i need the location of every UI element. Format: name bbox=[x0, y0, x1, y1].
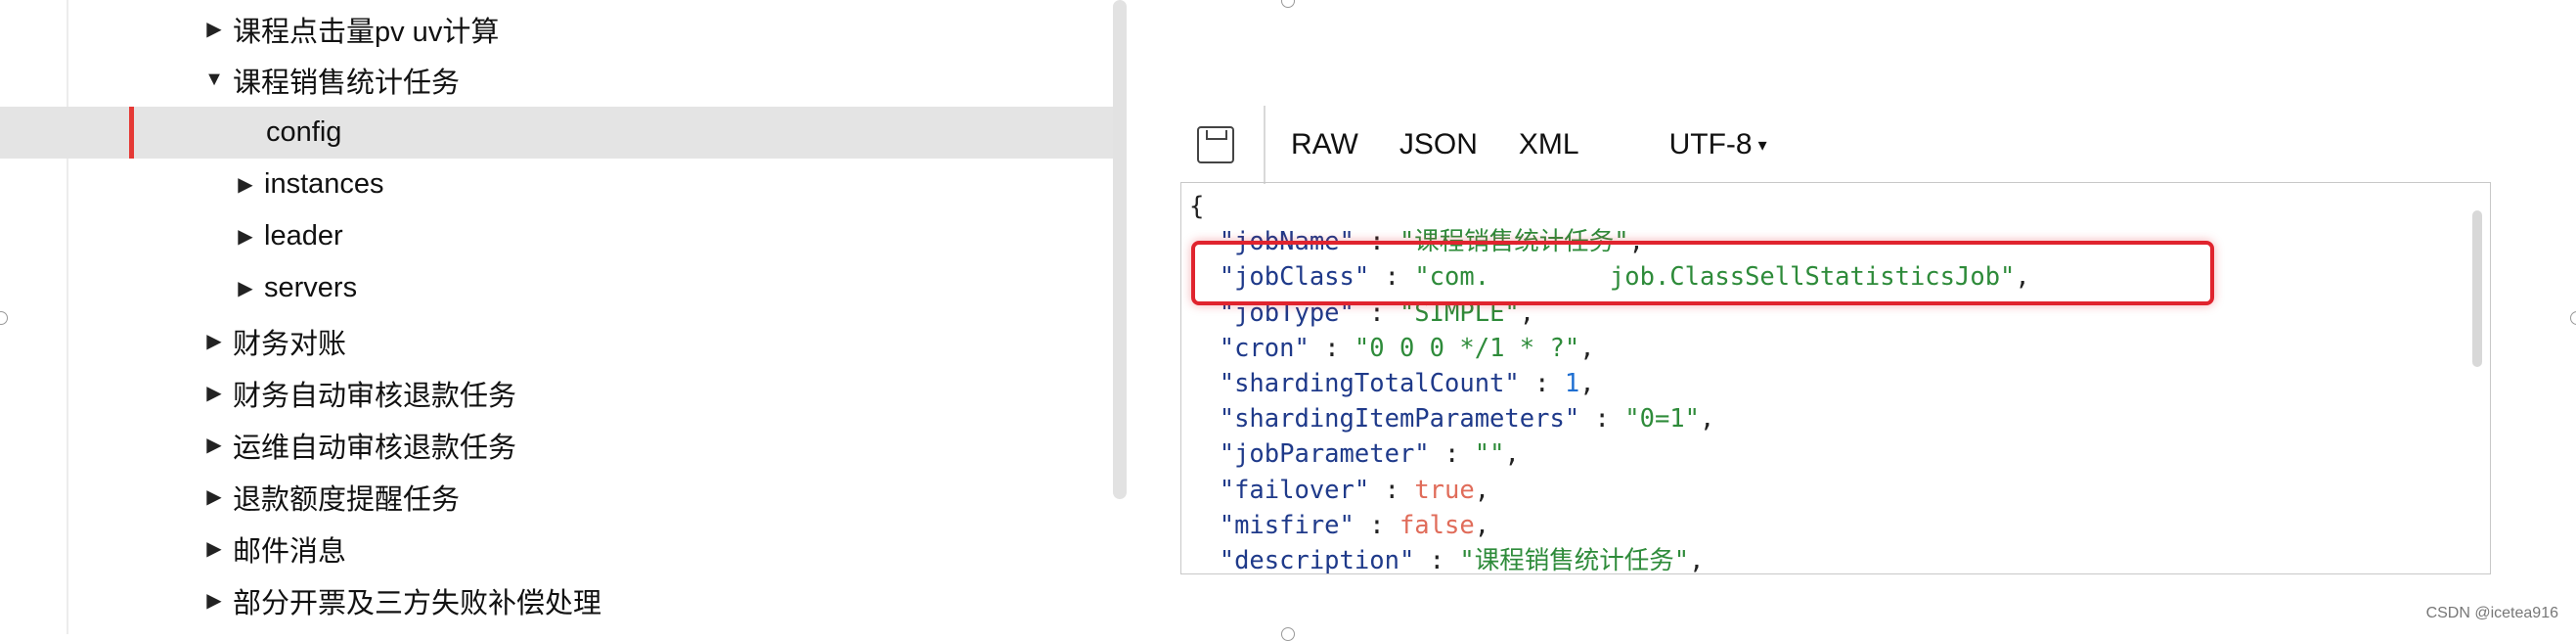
json-key: "failover" bbox=[1219, 475, 1370, 505]
json-colon: : bbox=[1414, 546, 1460, 574]
json-comma: , bbox=[1474, 510, 1490, 540]
json-line: "failover" : true, bbox=[1189, 473, 2030, 508]
json-key: "shardingTotalCount" bbox=[1219, 369, 1520, 399]
floppy-disk-icon[interactable] bbox=[1197, 126, 1234, 163]
json-key: "description" bbox=[1219, 546, 1415, 574]
tree-node[interactable]: ▼ 课程销售统计任务 bbox=[0, 54, 1115, 106]
viewer-toolbar: RAW JSON XML UTF-8 ▾ bbox=[1185, 106, 2496, 184]
tree-node-label: 运维自动审核退款任务 bbox=[233, 432, 517, 464]
tree-node-label: config bbox=[266, 116, 342, 148]
tree-node-label: 财务自动审核退款任务 bbox=[233, 380, 517, 412]
tree-node-selected[interactable]: config bbox=[0, 107, 1115, 159]
tree-node[interactable]: ▶ 财务对账 bbox=[0, 315, 1115, 367]
encoding-value: UTF-8 bbox=[1668, 128, 1753, 160]
resize-handle-right[interactable] bbox=[2570, 311, 2576, 325]
tree-node[interactable]: ▶ 退款额度提醒任务 bbox=[0, 471, 1115, 523]
json-key: "shardingItemParameters" bbox=[1219, 404, 1580, 435]
json-comma: , bbox=[1504, 439, 1520, 470]
tree-node-label: instances bbox=[264, 168, 384, 200]
json-colon: : bbox=[1579, 404, 1625, 435]
chevron-down-icon: ▾ bbox=[1757, 134, 1767, 155]
tree-node-label: 课程点击量pv uv计算 bbox=[233, 16, 500, 48]
resize-handle-top[interactable] bbox=[1281, 0, 1295, 8]
json-key: "jobParameter" bbox=[1219, 439, 1430, 470]
json-value: true bbox=[1414, 475, 1475, 505]
json-key: "cron" bbox=[1219, 333, 1310, 363]
tree-node-label: 退款额度提醒任务 bbox=[233, 483, 461, 516]
expand-arrow-right-icon[interactable]: ▶ bbox=[235, 276, 256, 300]
tree-node[interactable]: ▶ 邮件消息 bbox=[0, 523, 1115, 574]
json-comma: , bbox=[1579, 333, 1595, 363]
json-value: "课程销售统计任务" bbox=[1459, 546, 1690, 574]
json-value: "0 0 0 */1 * ?" bbox=[1354, 333, 1580, 363]
json-value: 1 bbox=[1564, 369, 1580, 399]
json-colon: : bbox=[1309, 333, 1355, 363]
json-line: "cron" : "0 0 0 */1 * ?", bbox=[1189, 331, 2030, 366]
json-scrollbar[interactable] bbox=[2472, 210, 2482, 367]
expand-arrow-right-icon[interactable]: ▶ bbox=[235, 172, 256, 197]
tree-node[interactable]: ▶ instances bbox=[0, 159, 1115, 210]
json-line: "shardingTotalCount" : 1, bbox=[1189, 366, 2030, 401]
json-comma: , bbox=[1579, 369, 1595, 399]
json-comma: , bbox=[1700, 404, 1715, 435]
tree-node-label: leader bbox=[264, 220, 343, 252]
expand-arrow-right-icon[interactable]: ▶ bbox=[203, 433, 225, 457]
json-line: "shardingItemParameters" : "0=1", bbox=[1189, 401, 2030, 436]
expand-arrow-right-icon[interactable]: ▶ bbox=[203, 536, 225, 561]
expand-arrow-right-icon[interactable]: ▶ bbox=[203, 588, 225, 613]
tree-node[interactable]: ▶ 课程点击量pv uv计算 bbox=[0, 3, 1115, 55]
encoding-dropdown[interactable]: UTF-8 ▾ bbox=[1669, 128, 1767, 161]
expand-arrow-down-icon[interactable]: ▼ bbox=[203, 69, 225, 91]
resize-handle-bottom[interactable] bbox=[1281, 627, 1295, 641]
expand-arrow-right-icon[interactable]: ▶ bbox=[203, 329, 225, 353]
json-value: "0=1" bbox=[1624, 404, 1701, 435]
zookeeper-node-tree: ▶ 课程点击量pv uv计算 ▼ 课程销售统计任务 config ▶ instances ▶ l… bbox=[0, 0, 1115, 634]
json-comma: , bbox=[1474, 475, 1490, 505]
json-colon: : bbox=[1354, 510, 1399, 540]
json-colon: : bbox=[1369, 475, 1415, 505]
json-colon: : bbox=[1429, 439, 1475, 470]
expand-arrow-right-icon[interactable]: ▶ bbox=[203, 484, 225, 509]
json-value: false bbox=[1399, 510, 1475, 540]
toolbar-divider bbox=[1264, 106, 1266, 184]
expand-arrow-right-icon[interactable]: ▶ bbox=[203, 17, 225, 41]
tree-node[interactable]: ▶ 财务自动审核退款任务 bbox=[0, 367, 1115, 419]
json-value: "" bbox=[1474, 439, 1505, 470]
expand-arrow-right-icon[interactable]: ▶ bbox=[203, 381, 225, 405]
selection-indicator bbox=[129, 107, 134, 159]
json-comma: , bbox=[1689, 546, 1705, 574]
tree-node-label: 课程销售统计任务 bbox=[233, 67, 461, 99]
tree-node-label: 部分开票及三方失败补偿处理 bbox=[233, 587, 602, 619]
json-view-button[interactable]: JSON bbox=[1399, 128, 1478, 161]
json-open-brace: { bbox=[1189, 192, 1205, 221]
json-line: "misfire" : false, bbox=[1189, 508, 2030, 543]
tree-node[interactable]: ▶ servers bbox=[0, 262, 1115, 314]
tree-node[interactable]: ▶ leader bbox=[0, 210, 1115, 262]
watermark: CSDN @icetea916 bbox=[2425, 605, 2558, 621]
tree-node-label: 邮件消息 bbox=[233, 535, 347, 568]
highlight-annotation-box bbox=[1191, 241, 2214, 305]
json-colon: : bbox=[1519, 369, 1565, 399]
xml-view-button[interactable]: XML bbox=[1519, 128, 1579, 161]
json-line: "description" : "课程销售统计任务", bbox=[1189, 543, 2030, 574]
tree-node-label: 财务对账 bbox=[233, 328, 347, 360]
expand-arrow-right-icon[interactable]: ▶ bbox=[235, 224, 256, 249]
json-line: "jobParameter" : "", bbox=[1189, 436, 2030, 472]
tree-node[interactable]: ▶ 部分开票及三方失败补偿处理 bbox=[0, 574, 1115, 626]
json-key: "misfire" bbox=[1219, 510, 1355, 540]
raw-view-button[interactable]: RAW bbox=[1291, 128, 1358, 161]
tree-node-label: servers bbox=[264, 272, 358, 303]
tree-node[interactable]: ▶ 运维自动审核退款任务 bbox=[0, 419, 1115, 471]
tree-scrollbar[interactable] bbox=[1113, 0, 1127, 499]
